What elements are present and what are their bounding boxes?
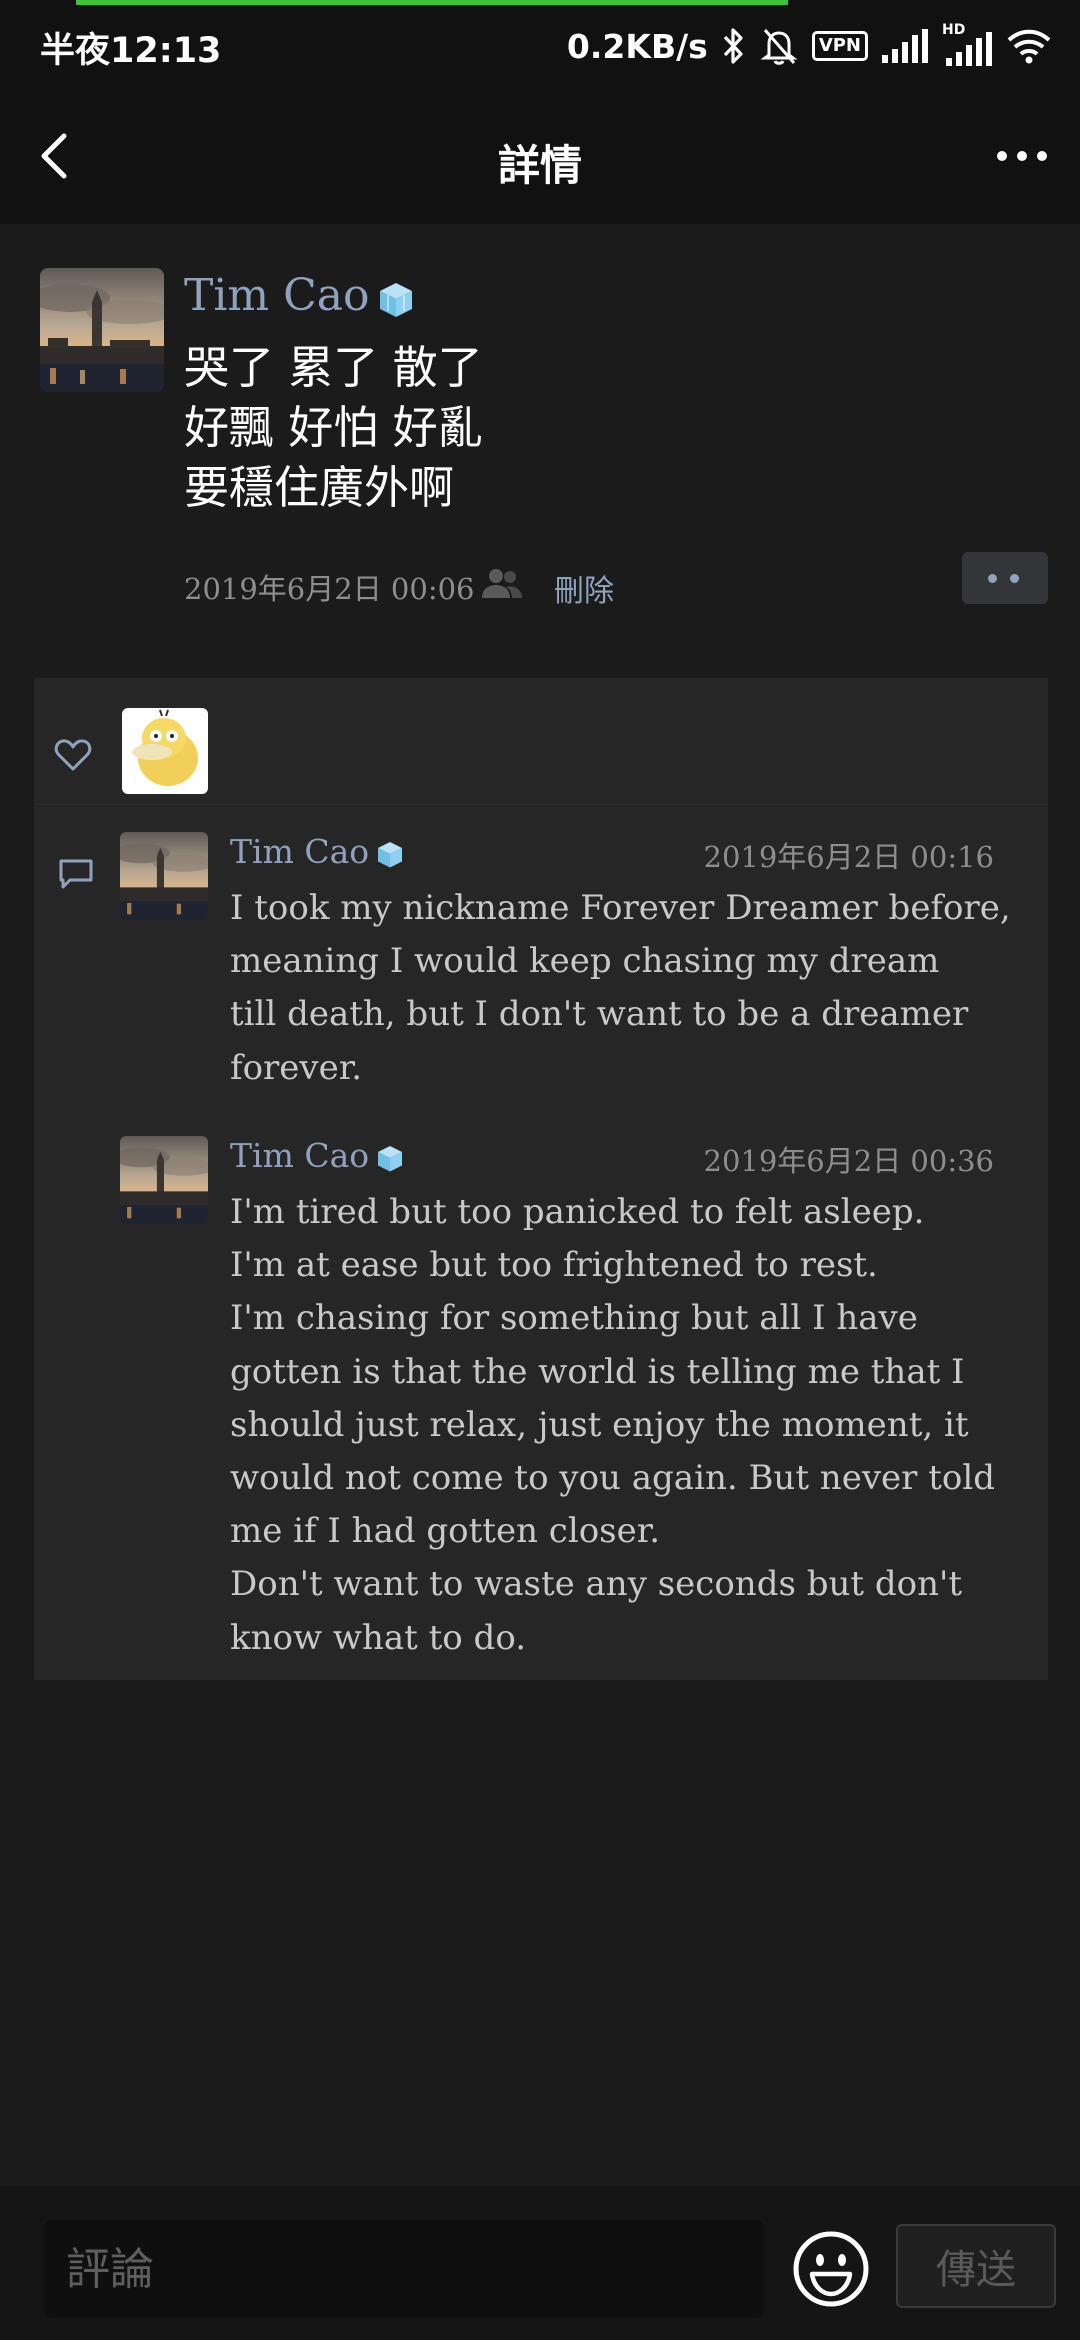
post-line: 要穩住廣外啊 (184, 461, 455, 514)
comment-author-name-text: Tim Cao (230, 832, 370, 871)
panel-divider (34, 804, 1048, 805)
cellular-signal-hd-icon: HD (942, 22, 992, 66)
comment-author-avatar[interactable] (120, 832, 208, 920)
signal-bars-icon (946, 32, 992, 66)
post-line: 好飄 好怕 好亂 (184, 401, 483, 454)
comment-line: should just relax, just enjoy the moment… (230, 1404, 969, 1445)
comment-line: know what to do. (230, 1617, 527, 1658)
comment-item: Tim Cao 2019年6月2日 00:36 I'm tired but to… (120, 1136, 1026, 1676)
status-icons: 0.2KB/s VPN HD (567, 22, 1052, 70)
action-dot (988, 574, 997, 583)
nav-bar: 詳情 (0, 92, 1080, 224)
comment-text[interactable]: I'm tired but too panicked to felt aslee… (230, 1186, 1020, 1665)
network-speed: 0.2KB/s (566, 26, 708, 66)
status-time: 半夜12:13 (40, 31, 222, 71)
avatar-image (120, 1136, 208, 1224)
comment-line: Don't want to waste any seconds but don'… (230, 1564, 962, 1605)
send-button[interactable]: 傳送 (896, 2224, 1056, 2308)
comment-line: meaning I would keep chasing my dream (230, 941, 940, 982)
avatar-image (120, 832, 208, 920)
page-title: 詳情 (497, 141, 582, 190)
comment-author-name[interactable]: Tim Cao (230, 832, 405, 871)
ice-cube-icon (378, 1146, 403, 1172)
likes-comments-panel: Tim Cao 2019年6月2日 00:16 I took my nickna… (34, 678, 1048, 1680)
cellular-signal-icon (882, 29, 928, 63)
comment-line: I'm tired but too panicked to felt aslee… (230, 1192, 925, 1232)
liker-avatar[interactable] (122, 708, 208, 794)
bluetooth-icon (723, 28, 743, 64)
comment-input[interactable] (44, 2220, 764, 2318)
status-bar: 半夜12:13 0.2KB/s VPN HD (0, 0, 1080, 92)
wifi-icon (1007, 29, 1051, 64)
bell-off-icon (760, 29, 798, 65)
friends-visibility-icon (482, 569, 522, 598)
post-content: 哭了 累了 散了 好飄 好怕 好亂 要穩住廣外啊 (184, 338, 984, 518)
comment-line: gotten is that the world is telling me t… (230, 1351, 965, 1392)
heart-icon (54, 739, 92, 771)
post-author-name[interactable]: Tim Cao (184, 270, 416, 321)
comment-text[interactable]: I took my nickname Forever Dreamer befor… (230, 882, 1020, 1095)
post-author-avatar[interactable] (40, 268, 164, 392)
comment-line: I took my nickname Forever Dreamer befor… (230, 888, 1011, 928)
action-dot (1010, 574, 1019, 583)
comment-time: 2019年6月2日 00:16 (703, 840, 995, 874)
moment-detail-screen: 半夜12:13 0.2KB/s VPN HD 詳情 Tim Cao 哭了 累了 … (0, 0, 1080, 2340)
more-icon[interactable] (992, 132, 1052, 180)
post-author-name-text: Tim Cao (184, 270, 370, 321)
post-date: 2019年6月2日 00:06 (184, 572, 475, 606)
comment-line: till death, but I don't want to be a dre… (230, 994, 969, 1035)
comment-like-action-button[interactable] (962, 552, 1048, 604)
psyduck-avatar-image (122, 708, 208, 794)
vpn-icon: VPN (811, 31, 868, 61)
post-line: 哭了 累了 散了 (184, 341, 483, 394)
comment-line: me if I had gotten closer. (230, 1511, 661, 1552)
comment-input-bar: 傳送 (0, 2186, 1080, 2340)
comment-line: forever. (230, 1047, 363, 1088)
comment-item: Tim Cao 2019年6月2日 00:16 I took my nickna… (120, 832, 1026, 1112)
comment-line: I'm at ease but too frightened to rest. (230, 1245, 878, 1286)
emoji-icon[interactable] (792, 2230, 870, 2308)
ice-cube-icon (378, 842, 403, 868)
delete-post-link[interactable]: 刪除 (554, 566, 614, 610)
comment-author-avatar[interactable] (120, 1136, 208, 1224)
page-load-progress (76, 0, 788, 5)
comment-line: I'm chasing for something but all I have (230, 1298, 918, 1339)
comment-author-name[interactable]: Tim Cao (230, 1136, 405, 1175)
comment-author-name-text: Tim Cao (230, 1136, 370, 1175)
avatar-image (40, 268, 164, 392)
comment-icon (59, 859, 93, 889)
comment-time: 2019年6月2日 00:36 (703, 1144, 995, 1178)
comment-line: would not come to you again. But never t… (230, 1458, 995, 1499)
ice-cube-icon (379, 282, 412, 317)
